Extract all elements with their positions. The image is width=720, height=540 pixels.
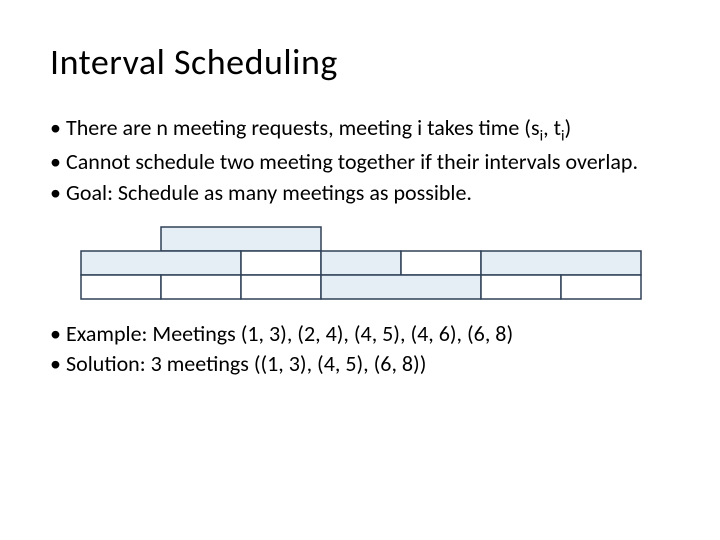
interval-rect — [481, 251, 641, 275]
interval-rect — [161, 275, 241, 299]
bullet-list: There are n meeting requests, meeting i … — [50, 114, 670, 208]
slide-title: Interval Scheduling — [50, 40, 670, 84]
bullet-4: Example: Meetings (1, 3), (2, 4), (4, 5)… — [50, 320, 670, 349]
interval-rect — [161, 227, 321, 251]
interval-rect — [241, 275, 321, 299]
interval-rect — [321, 251, 401, 275]
interval-diagram — [80, 226, 640, 300]
interval-rect — [81, 275, 161, 299]
bullet-2: Cannot schedule two meeting together if … — [50, 148, 670, 177]
bullet-5: Solution: 3 meetings ((1, 3), (4, 5), (6… — [50, 350, 670, 379]
bullet-3: Goal: Schedule as many meetings as possi… — [50, 179, 670, 208]
bullet-1-text-a: There are n meeting requests, meeting i … — [66, 114, 540, 141]
bullet-1: There are n meeting requests, meeting i … — [50, 114, 670, 146]
interval-rect — [401, 251, 481, 275]
interval-rect — [321, 275, 481, 299]
interval-rect — [561, 275, 641, 299]
interval-rect — [241, 251, 321, 275]
interval-rect — [81, 251, 241, 275]
interval-rect — [481, 275, 561, 299]
interval-svg — [80, 226, 642, 300]
bullet-1-text-c: ) — [565, 114, 572, 141]
bullet-list-2: Example: Meetings (1, 3), (2, 4), (4, 5)… — [50, 320, 670, 379]
bullet-1-text-b: , t — [543, 114, 561, 141]
